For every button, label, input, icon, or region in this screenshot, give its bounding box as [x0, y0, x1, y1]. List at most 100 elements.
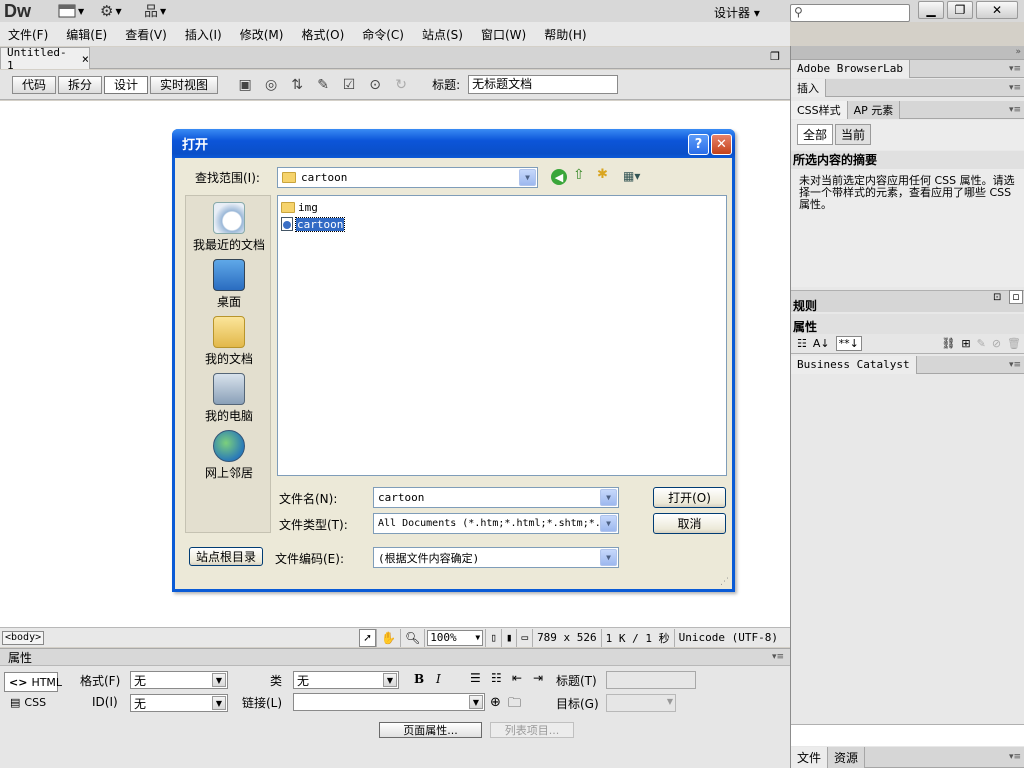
attach-stylesheet-icon[interactable]: ⛓ [941, 337, 955, 350]
new-rule-icon[interactable]: ⊞ [961, 337, 970, 350]
place-my-computer[interactable]: 我的电脑 [186, 373, 272, 424]
place-desktop[interactable]: 桌面 [186, 259, 272, 310]
close-tab-icon[interactable]: × [82, 52, 89, 66]
set-props-view-icon[interactable]: **↓ [835, 336, 862, 351]
file-management-icon[interactable]: ⇅ [284, 74, 310, 96]
html-mode-button[interactable]: <> HTML [4, 672, 62, 692]
list-item[interactable]: cartoon [281, 216, 346, 232]
search-input[interactable]: ⚲ [790, 4, 910, 22]
bold-icon[interactable]: B [414, 672, 424, 686]
desktop-size-icon[interactable]: ▭ [516, 628, 532, 647]
site-icon[interactable]: 品 ▼ [144, 2, 166, 20]
validate-icon[interactable]: ☑ [336, 74, 362, 96]
browse-folder-icon[interactable]: 🗀 [508, 694, 521, 716]
page-properties-button[interactable]: 页面属性... [379, 722, 482, 738]
document-title-input[interactable]: 无标题文档 [468, 75, 619, 94]
place-network[interactable]: 网上邻居 [186, 430, 272, 481]
list-item[interactable]: img [281, 199, 318, 215]
zoom-tool-icon[interactable]: 🔍︎ [399, 628, 424, 647]
tab-business-catalyst[interactable]: Business Catalyst [791, 355, 917, 374]
minimize-button[interactable]: ▁ [918, 1, 944, 19]
look-in-select[interactable]: cartoon ▼ [277, 167, 538, 188]
menu-window[interactable]: 窗口(W) [473, 26, 536, 43]
tab-insert[interactable]: 插入 [791, 78, 826, 97]
live-view-button[interactable]: 实时视图 [150, 75, 219, 94]
layout-icon[interactable]: ▼ [58, 2, 84, 20]
menu-insert[interactable]: 插入(I) [177, 26, 232, 43]
resize-grip-icon[interactable]: ⋰ [720, 577, 729, 587]
panel-menu-icon[interactable]: ▾≡ [1009, 64, 1021, 74]
cancel-button[interactable]: 取消 [653, 513, 726, 534]
dialog-title-bar[interactable]: 打开 ? ✕ [172, 129, 735, 158]
open-button[interactable]: 打开(O) [653, 487, 726, 508]
workspace-switcher[interactable]: 设计器 ▾ [714, 4, 760, 21]
panel-menu-icon[interactable]: ▾≡ [772, 652, 784, 662]
menu-format[interactable]: 格式(O) [293, 26, 354, 43]
panel-menu-icon[interactable]: ▾≡ [1009, 360, 1021, 370]
filename-input[interactable]: cartoon ▼ [373, 487, 619, 508]
all-button[interactable]: 全部 [797, 124, 834, 145]
current-button[interactable]: 当前 [835, 124, 872, 145]
panel-menu-icon[interactable]: ▾≡ [1009, 105, 1021, 115]
code-view-button[interactable]: 代码 [12, 75, 57, 94]
menu-site[interactable]: 站点(S) [414, 26, 473, 43]
close-icon[interactable]: ✕ [711, 134, 732, 155]
italic-icon[interactable]: I [436, 672, 441, 686]
point-to-file-icon[interactable]: ⊕ [490, 695, 501, 710]
help-icon[interactable]: ? [688, 134, 709, 155]
delete-icon[interactable]: 🗑 [1007, 337, 1021, 350]
view-menu-icon[interactable]: ▦▾ [623, 169, 640, 183]
class-select[interactable]: 无 ▼ [293, 671, 399, 689]
css-mode-button[interactable]: ▤ CSS [10, 696, 46, 709]
up-folder-icon[interactable]: ⇧ [573, 167, 585, 183]
indent-icon[interactable]: ⇥ [533, 671, 543, 685]
site-root-button[interactable]: 站点根目录 [189, 547, 263, 566]
back-icon[interactable]: ◀ [551, 169, 567, 185]
alpha-view-icon[interactable]: A↓ [813, 337, 830, 350]
tab-files[interactable]: 文件 [791, 746, 829, 768]
place-recent[interactable]: 我最近的文档 [186, 202, 272, 253]
hand-tool-icon[interactable]: ✋ [376, 628, 400, 647]
split-view-button[interactable]: 拆分 [58, 75, 103, 94]
browserlab-panel-header[interactable]: Adobe BrowserLab ▾≡ [791, 59, 1024, 78]
gear-icon[interactable]: ⚙ ▼ [100, 2, 122, 20]
menu-modify[interactable]: 修改(M) [232, 26, 294, 43]
title-attr-input[interactable] [606, 671, 696, 689]
place-my-documents[interactable]: 我的文档 [186, 316, 272, 367]
category-view-icon[interactable]: ☷ [797, 337, 807, 350]
refresh-icon[interactable]: ↻ [388, 74, 414, 96]
design-view-button[interactable]: 设计 [104, 75, 149, 94]
menu-help[interactable]: 帮助(H) [536, 26, 596, 43]
id-select[interactable]: 无 ▼ [130, 694, 228, 712]
encoding-select[interactable]: (根据文件内容确定) ▼ [373, 547, 619, 568]
multiscreen-icon[interactable]: ▣ [232, 74, 258, 96]
tab-ap-elements[interactable]: AP 元素 [847, 100, 901, 119]
list-items-button[interactable]: 列表项目... [490, 722, 574, 738]
browser-compat-icon[interactable]: ⊙ [362, 74, 388, 96]
tab-css-styles[interactable]: CSS样式 [791, 100, 848, 119]
collapse-icon[interactable]: » [1015, 47, 1021, 57]
tablet-size-icon[interactable]: ▮ [500, 628, 517, 647]
filetype-select[interactable]: All Documents (*.htm;*.html;*.shtm;*. ▼ [373, 513, 619, 534]
panel-menu-icon[interactable]: ▾≡ [1009, 83, 1021, 93]
tab-assets[interactable]: 资源 [828, 746, 866, 768]
tag-selector[interactable]: <body> [2, 630, 45, 645]
window-size[interactable]: 789 x 526 [532, 628, 601, 647]
ordered-list-icon[interactable]: ☷ [491, 671, 502, 685]
tab-browserlab[interactable]: Adobe BrowserLab [791, 59, 910, 78]
close-button[interactable]: ✕ [976, 1, 1018, 19]
visual-aids-icon[interactable]: ✎ [310, 74, 336, 96]
target-select[interactable]: ▼ [606, 694, 676, 712]
link-input[interactable]: ▼ [293, 693, 485, 711]
restore-doc-icon[interactable]: ❐ [770, 50, 780, 63]
outdent-icon[interactable]: ⇤ [512, 671, 522, 685]
zoom-select[interactable]: 100% ▼ [427, 629, 484, 646]
edit-rule-icon[interactable]: ✎ [977, 337, 986, 350]
new-folder-icon[interactable]: ✱ [597, 167, 608, 182]
insert-panel-header[interactable]: 插入 ▾≡ [791, 78, 1024, 97]
menu-view[interactable]: 查看(V) [117, 26, 177, 43]
menu-file[interactable]: 文件(F) [0, 26, 58, 43]
phone-size-icon[interactable]: ▯ [485, 628, 501, 647]
select-tool-icon[interactable]: ➚ [358, 628, 376, 647]
preview-browser-icon[interactable]: ◎ [258, 74, 284, 96]
